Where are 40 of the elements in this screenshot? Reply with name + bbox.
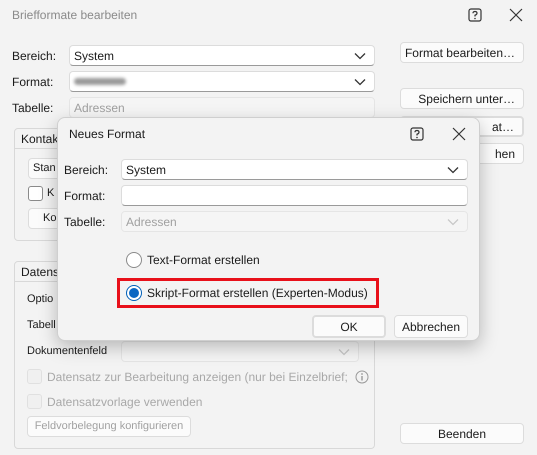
radio-label: Text-Format erstellen (147, 252, 260, 269)
radio-label: Skript-Format erstellen (Experten-Modus) (147, 285, 368, 302)
field-label: Dokumentenfeld (27, 344, 108, 360)
checkbox[interactable] (28, 186, 43, 201)
chevron-down-icon (354, 78, 366, 86)
chevron-down-icon (447, 218, 459, 226)
ok-button[interactable]: OK (312, 315, 386, 338)
dropdown[interactable]: System (69, 45, 375, 66)
dropdown[interactable] (69, 71, 375, 92)
close-icon[interactable] (509, 8, 523, 22)
field-label: Format: (12, 74, 54, 90)
close-button[interactable]: Beenden (400, 423, 524, 444)
field-label: Optio (27, 292, 54, 308)
button[interactable]: Speichern unter… (400, 88, 524, 109)
group-title: Kontak (20, 130, 58, 148)
window-title: Briefformate bearbeiten (12, 7, 138, 24)
group-title: Datens (20, 264, 60, 280)
checkbox-label: Datensatz zur Bearbeitung anzeigen (nur bei Einzelbrief; (47, 368, 348, 386)
chevron-down-icon (354, 52, 366, 60)
input-field[interactable] (121, 185, 468, 206)
dropdown[interactable]: System (121, 159, 468, 180)
field-label: Tabelle: (64, 214, 106, 230)
checkbox-label: K (47, 186, 54, 201)
checkbox-label: Datensatzvorlage verwenden (47, 394, 202, 410)
help-icon[interactable] (468, 8, 482, 22)
field-label: Format: (64, 188, 106, 204)
chevron-down-icon (338, 348, 350, 356)
radio-button[interactable] (126, 252, 142, 268)
field-label: Tabell (27, 318, 57, 334)
help-icon[interactable] (410, 127, 424, 141)
field-label: Bereich: (12, 48, 58, 64)
radio-button[interactable] (126, 285, 142, 301)
close-icon[interactable] (452, 127, 466, 141)
field-label: Tabelle: (12, 100, 54, 116)
chevron-down-icon (447, 166, 459, 174)
blurred-value (74, 78, 126, 85)
field-label: Bereich: (64, 162, 110, 178)
button[interactable]: Format bearbeiten… (400, 42, 524, 63)
dialog-title: Neues Format (69, 126, 146, 143)
cancel-button[interactable]: Abbrechen (394, 315, 468, 338)
